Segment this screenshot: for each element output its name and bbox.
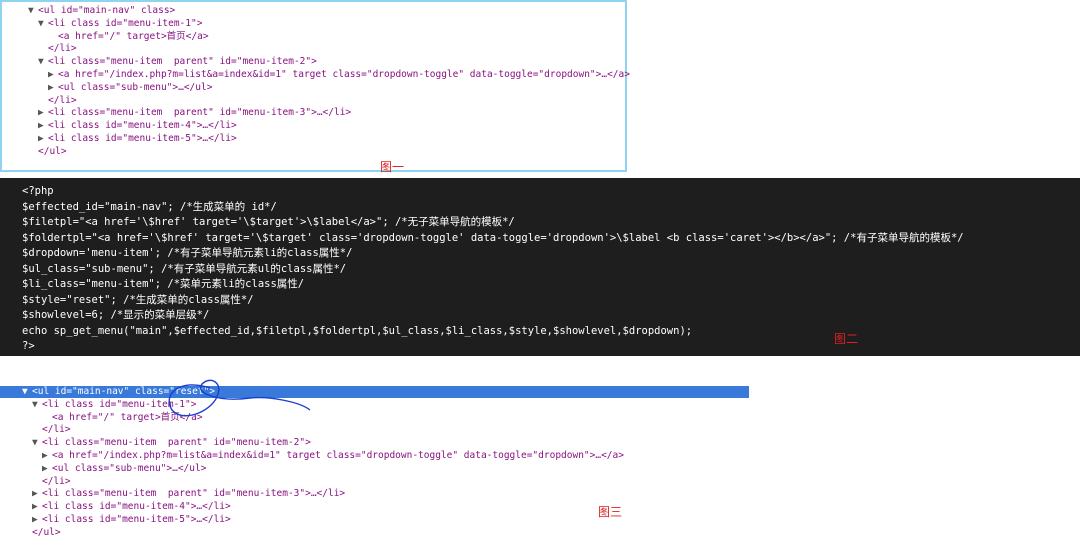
dom-node-markup: <li class="menu-item parent" id="menu-it… (42, 437, 311, 449)
dom-node-line[interactable]: </li> (38, 43, 77, 55)
dom-node-line[interactable]: ▼ <li class="menu-item parent" id="menu-i… (38, 56, 317, 68)
dom-node-markup: <li class id="menu-item-4">…</li> (48, 120, 237, 132)
code-line: $li_class="menu-item"; /*菜单元素li的class属性/ (22, 278, 305, 290)
code-line: $ul_class="sub-menu"; /*有子菜单导航元素ul的class… (22, 262, 347, 275)
collapse-arrow-icon[interactable]: ▶ (38, 107, 48, 119)
expand-arrow-icon[interactable]: ▼ (38, 18, 48, 30)
dom-node-line[interactable]: ▼ <ul id="main-nav" class> (28, 5, 175, 17)
dom-node-markup: </li> (42, 475, 71, 487)
dom-node-markup: <ul id="main-nav" class> (38, 5, 176, 16)
dom-node-markup: </li> (42, 424, 71, 436)
expand-arrow-icon[interactable]: ▼ (32, 399, 42, 411)
dom-node-line[interactable]: ▶ <li class id="menu-item-4">…</li> (32, 501, 231, 513)
expand-arrow-icon[interactable]: ▼ (38, 56, 48, 68)
dom-node-line[interactable]: </li> (32, 476, 71, 488)
dom-node-markup: <ul class="sub-menu">…</ul> (52, 462, 207, 474)
collapse-arrow-icon[interactable]: ▶ (42, 450, 52, 462)
dom-node-line[interactable]: <a href="/" target>首页</a> (48, 31, 209, 43)
code-line: ?> (22, 340, 35, 352)
dom-node-line[interactable]: ▶ <li class="menu-item parent" id="menu-i… (38, 107, 351, 119)
dom-node-markup: <a href="/" target>首页</a> (58, 30, 209, 42)
dom-node-markup: </li> (48, 94, 77, 106)
dom-node-markup: <ul class="sub-menu">…</ul> (58, 81, 213, 93)
dom-node-line[interactable]: ▶ <li class="menu-item parent" id="menu-i… (32, 488, 345, 500)
code-line: <?php (22, 185, 54, 197)
dom-node-line[interactable]: </li> (32, 424, 71, 436)
code-line: $foldertpl="<a href='\$href' target='\$t… (22, 231, 964, 244)
expand-arrow-icon[interactable]: ▼ (22, 386, 32, 398)
dom-node-markup: <li class id="menu-item-5">…</li> (42, 514, 231, 525)
dom-node-line[interactable]: </ul> (22, 527, 61, 539)
code-line: $filetpl="<a href='\$href' target='\$tar… (22, 216, 515, 228)
dom-node-markup: </ul> (38, 145, 67, 157)
collapse-arrow-icon[interactable]: ▶ (38, 133, 48, 145)
collapse-arrow-icon[interactable]: ▶ (48, 82, 58, 94)
dom-node-line[interactable]: ▶ <ul class="sub-menu">…</ul> (42, 463, 206, 475)
dom-node-line[interactable]: ▶ <li class id="menu-item-4">…</li> (38, 120, 237, 132)
expand-arrow-icon[interactable]: ▼ (32, 437, 42, 449)
dom-tree-panel-1: ▼ <ul id="main-nav" class> ▼ <li class id="… (0, 0, 630, 174)
dom-node-line[interactable]: </ul> (28, 146, 67, 158)
code-line: $effected_id="main-nav"; /*生成菜单的 id*/ (22, 200, 277, 213)
collapse-arrow-icon[interactable]: ▶ (38, 120, 48, 132)
dom-node-line[interactable]: ▼ <li class id="menu-item-1"> (38, 18, 202, 30)
code-line: echo sp_get_menu("main",$effected_id,$fi… (22, 324, 693, 337)
dom-node-markup: <a href="/index.php?m=list&a=index&id=1"… (52, 450, 624, 461)
dom-node-markup: <li class id="menu-item-5">…</li> (48, 133, 237, 144)
code-line: $showlevel=6; /*显示的菜单层级*/ (22, 309, 210, 321)
dom-node-line[interactable]: </li> (38, 95, 77, 107)
collapse-arrow-icon[interactable]: ▶ (42, 463, 52, 475)
dom-node-line[interactable]: ▼ <li class="menu-item parent" id="menu-i… (32, 437, 311, 449)
dom-node-markup: </li> (48, 43, 77, 55)
php-code-panel: <?php $effected_id="main-nav"; /*生成菜单的 id… (0, 178, 1080, 356)
collapse-arrow-icon[interactable]: ▶ (48, 69, 58, 81)
dom-node-line[interactable]: ▶ <ul class="sub-menu">…</ul> (48, 82, 212, 94)
dom-node-markup: <li class="menu-item parent" id="menu-it… (42, 488, 346, 500)
dom-node-line[interactable]: ▶ <a href="/index.php?m=list&a=index&id=1… (42, 450, 624, 462)
dom-node-line[interactable]: ▶ <a href="/index.php?m=list&a=index&id=1… (48, 69, 630, 81)
code-line: $dropdown='menu-item'; /*有子菜单导航元素li的clas… (22, 247, 353, 259)
dom-node-line[interactable]: ▶ <li class id="menu-item-5">…</li> (32, 514, 231, 526)
dom-node-markup: <a href="/index.php?m=list&a=index&id=1"… (58, 69, 630, 80)
collapse-arrow-icon[interactable]: ▶ (32, 514, 42, 526)
dom-node-markup: <li class="menu-item parent" id="menu-it… (48, 56, 317, 68)
dom-node-markup: <li class id="menu-item-1"> (48, 17, 203, 29)
dom-node-markup: <li class id="menu-item-4">…</li> (42, 501, 231, 513)
collapse-arrow-icon[interactable]: ▶ (32, 501, 42, 513)
caption-figure-2: 图二 (834, 332, 859, 346)
dom-node-line[interactable]: ▶ <li class id="menu-item-5">…</li> (38, 133, 237, 145)
caption-figure-1: 图一 (380, 160, 405, 174)
dom-node-line[interactable]: ▼ <ul id="main-nav" class="reset"> (0, 386, 749, 398)
dom-node-markup: <li class="menu-item parent" id="menu-it… (48, 107, 352, 119)
expand-arrow-icon[interactable]: ▼ (28, 5, 38, 17)
caption-figure-3: 图三 (598, 505, 623, 519)
dom-tree-panel-3: ▼ <ul id="main-nav" class="reset"> ▼ <li cl… (0, 379, 749, 560)
code-line: $style="reset"; /*生成菜单的class属性*/ (22, 293, 254, 306)
pen-annotation (168, 379, 311, 417)
dom-node-markup: </ul> (32, 526, 61, 538)
collapse-arrow-icon[interactable]: ▶ (32, 488, 42, 500)
